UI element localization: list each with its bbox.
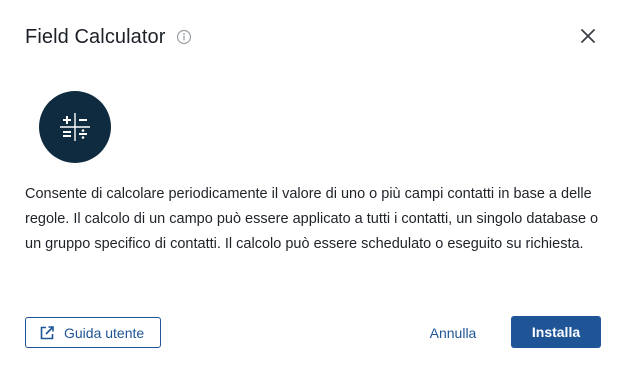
dialog-header: Field Calculator [25, 24, 192, 50]
user-guide-button[interactable]: Guida utente [25, 317, 161, 348]
app-install-dialog: Field Calculator Consente di calcolare p… [0, 0, 626, 365]
install-button[interactable]: Installa [511, 316, 601, 348]
close-button[interactable] [578, 26, 598, 46]
external-link-icon [40, 325, 54, 339]
dialog-title: Field Calculator [25, 25, 166, 48]
cancel-button[interactable]: Annulla [418, 317, 488, 348]
close-icon [581, 29, 595, 43]
user-guide-label: Guida utente [64, 324, 145, 341]
info-icon[interactable] [176, 29, 192, 45]
app-description: Consente di calcolare periodicamente il … [25, 186, 599, 252]
calculator-icon [39, 91, 111, 163]
